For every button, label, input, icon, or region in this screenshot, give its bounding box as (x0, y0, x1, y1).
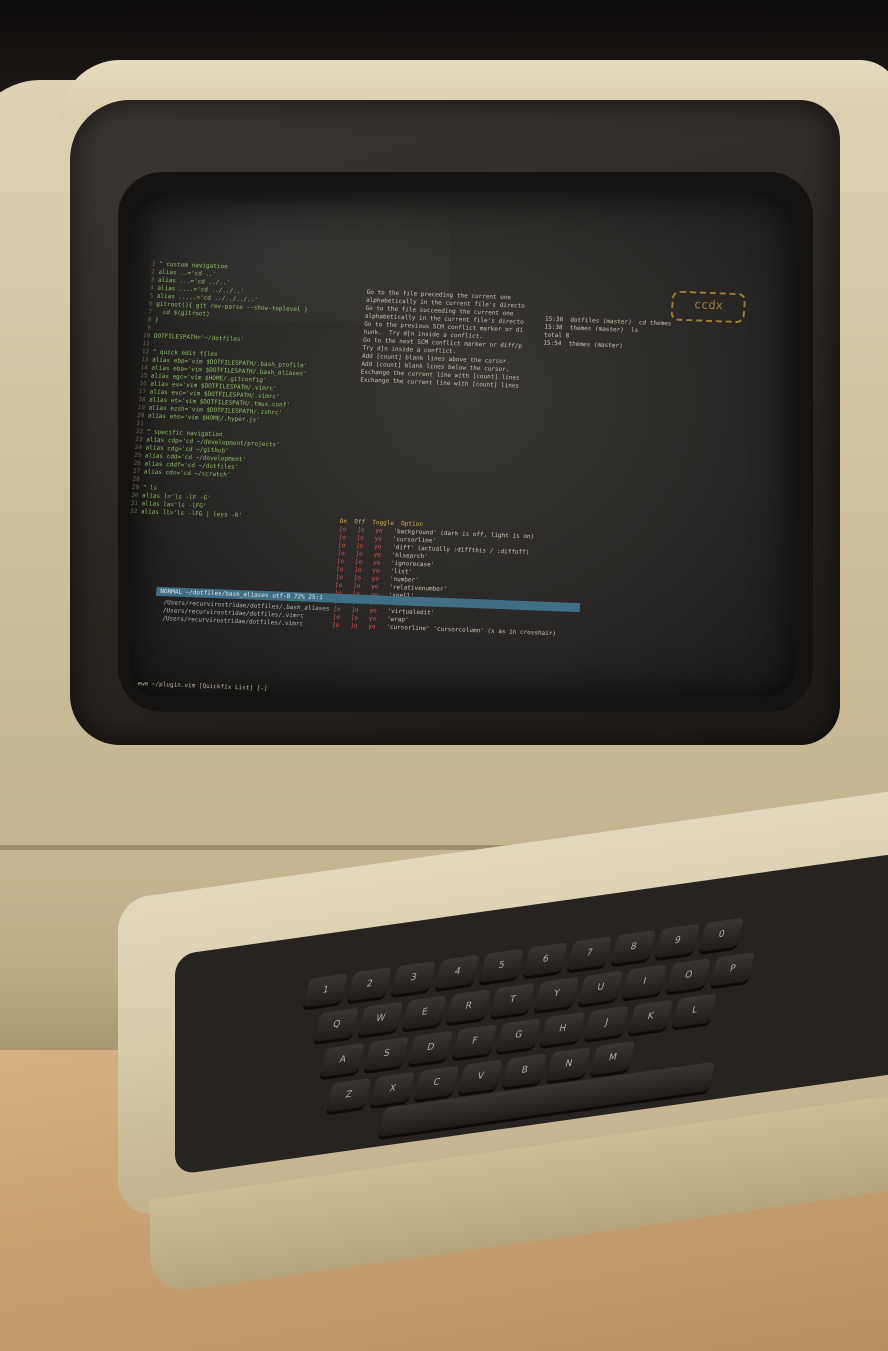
quickfix-paths: /Users/recurvirostridae/dotfiles/.bash_a… (162, 599, 330, 629)
key-o[interactable]: O (666, 958, 712, 993)
key-3[interactable]: 3 (391, 960, 436, 996)
key-k[interactable]: K (628, 999, 674, 1034)
key-g[interactable]: G (496, 1018, 542, 1053)
key-n[interactable]: N (546, 1047, 592, 1082)
key-4[interactable]: 4 (435, 954, 480, 990)
key-l[interactable]: L (672, 993, 718, 1028)
key-a[interactable]: A (320, 1042, 366, 1078)
key-h[interactable]: H (540, 1011, 586, 1047)
key-i[interactable]: I (622, 964, 668, 999)
key-v[interactable]: V (458, 1059, 504, 1094)
key-c[interactable]: C (414, 1065, 460, 1100)
key-r[interactable]: R (446, 989, 492, 1024)
vim-bottom-line: ewe ~/plugin.vim [Quickfix List] [-] (137, 680, 268, 693)
photo-scene: ccdx 1 " custom navigation 2 alias ..='c… (0, 0, 888, 1351)
key-1[interactable]: 1 (303, 973, 348, 1008)
key-m[interactable]: M (590, 1040, 636, 1076)
key-x[interactable]: X (370, 1071, 416, 1107)
key-e[interactable]: E (402, 995, 448, 1030)
key-5[interactable]: 5 (479, 948, 524, 983)
key-9[interactable]: 9 (655, 923, 700, 959)
key-s[interactable]: S (364, 1036, 410, 1071)
key-z[interactable]: Z (326, 1078, 372, 1113)
key-d[interactable]: D (408, 1030, 454, 1065)
key-7[interactable]: 7 (567, 936, 612, 971)
key-q[interactable]: Q (314, 1007, 360, 1043)
key-b[interactable]: B (502, 1053, 548, 1088)
key-u[interactable]: U (578, 970, 624, 1005)
crt-screen: ccdx 1 " custom navigation 2 alias ..='c… (130, 192, 795, 697)
key-0[interactable]: 0 (699, 917, 744, 952)
key-j[interactable]: J (584, 1005, 630, 1041)
option-toggle-table: On Off Toggle Option [o ]o yo 'background… (332, 518, 564, 638)
vim-left-pane: 1 " custom navigation 2 alias ..='cd ..'… (130, 260, 368, 524)
key-p[interactable]: P (710, 952, 756, 987)
key-t[interactable]: T (490, 982, 536, 1018)
key-2[interactable]: 2 (347, 967, 392, 1002)
key-6[interactable]: 6 (523, 942, 568, 977)
ascii-logo: ccdx (670, 290, 747, 324)
key-8[interactable]: 8 (611, 929, 656, 965)
key-y[interactable]: Y (534, 976, 580, 1012)
key-f[interactable]: F (452, 1024, 498, 1059)
key-w[interactable]: W (358, 1001, 404, 1036)
terminal-display: ccdx 1 " custom navigation 2 alias ..='c… (130, 240, 780, 697)
